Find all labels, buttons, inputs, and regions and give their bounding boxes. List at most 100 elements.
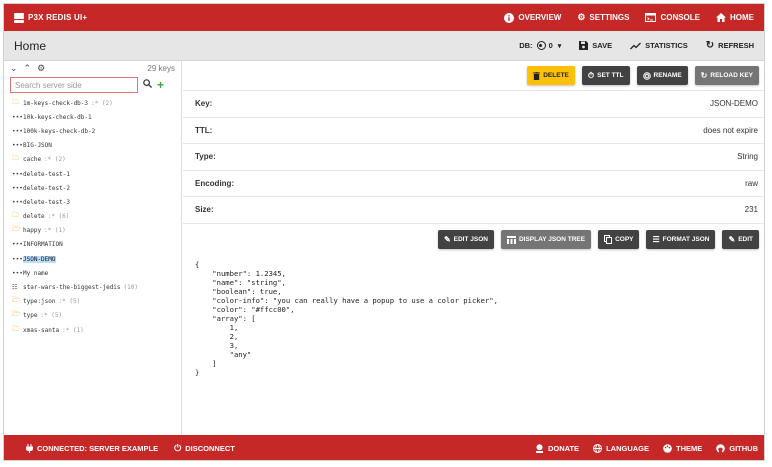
- search-row: +: [4, 75, 181, 95]
- key-tree-item[interactable]: ••• 100k-keys-check-db-2: [4, 124, 181, 138]
- key-tree-item-label: delete: [23, 213, 45, 221]
- title-bar: Home DB: 0 ▾ SAVE STATISTICS ↻ REFRESH: [4, 31, 764, 61]
- key-property-value: String: [737, 152, 758, 162]
- save-label: SAVE: [592, 41, 613, 50]
- json-viewer: { "number": 1.2345, "name": "string", "b…: [195, 259, 498, 377]
- key-tree-item[interactable]: ☷ star-wars-the-biggest-jedis (10): [4, 280, 181, 294]
- key-dots-icon: •••: [12, 170, 23, 178]
- key-tree-item[interactable]: ••• 10k-keys-check-db-1: [4, 110, 181, 124]
- plug-icon: [26, 444, 33, 453]
- key-tree-item-label: delete-test-1: [23, 170, 70, 178]
- key-tree-item[interactable]: ••• delete-test-2: [4, 181, 181, 195]
- edit-button[interactable]: ✎ EDIT: [722, 230, 759, 249]
- key-tree-item[interactable]: ••• My name: [4, 266, 181, 280]
- edit-label: EDIT: [738, 236, 753, 243]
- key-tree-item-label: 1m-keys-check-db-3: [23, 99, 89, 107]
- add-key-icon[interactable]: +: [157, 78, 164, 92]
- statistics-button[interactable]: STATISTICS: [630, 41, 688, 50]
- key-property-value: does not expire: [703, 125, 758, 135]
- key-tree-item[interactable]: ••• JSON-DEMO: [4, 252, 181, 266]
- settings-button[interactable]: ⚙ SETTINGS: [577, 13, 630, 23]
- search-icon[interactable]: [143, 79, 152, 91]
- key-tree-item-label: 100k-keys-check-db-2: [23, 127, 96, 135]
- delete-button[interactable]: DELETE: [527, 66, 575, 85]
- tree-settings-gear-icon[interactable]: ⚙: [37, 63, 45, 74]
- settings-label: SETTINGS: [589, 13, 630, 22]
- title-actions: DB: 0 ▾ SAVE STATISTICS ↻ REFRESH: [501, 39, 754, 51]
- home-button[interactable]: HOME: [716, 13, 754, 22]
- refresh-icon: ↻: [705, 39, 715, 51]
- key-tree-item[interactable]: 🗀 delete:* (6): [4, 210, 181, 224]
- reload-key-button[interactable]: ↻ RELOAD KEY: [694, 66, 759, 85]
- folder-open-icon: 🗁: [12, 310, 21, 319]
- rename-button[interactable]: RENAME: [636, 66, 688, 85]
- key-dots-icon: •••: [12, 142, 23, 150]
- key-property-row: Size: 231: [183, 197, 764, 224]
- key-property-label: Encoding:: [195, 178, 235, 188]
- key-tree-item[interactable]: 🗀 cache:* (2): [4, 153, 181, 167]
- language-button[interactable]: LANGUAGE: [593, 444, 649, 453]
- key-tree-item-count: :* (2): [91, 99, 113, 107]
- disconnect-button[interactable]: ⏻ DISCONNECT: [174, 443, 235, 454]
- rename-label: RENAME: [653, 72, 682, 79]
- format-json-button[interactable]: ☰ FORMAT JSON: [646, 230, 716, 249]
- donate-label: DONATE: [547, 444, 580, 453]
- key-tree-item-count: (10): [123, 284, 138, 292]
- key-property-label: Key:: [195, 99, 213, 109]
- reload-key-label: RELOAD KEY: [710, 72, 753, 79]
- connected-status[interactable]: CONNECTED: SERVER EXAMPLE: [26, 444, 158, 453]
- format-list-icon: ☰: [652, 234, 660, 244]
- collapse-all-icon[interactable]: ⌄: [10, 63, 18, 74]
- key-tree-item-count: :* (6): [47, 213, 70, 221]
- console-label: CONSOLE: [660, 13, 700, 22]
- key-property-value: raw: [745, 178, 758, 188]
- display-json-tree-button[interactable]: DISPLAY JSON TREE: [500, 230, 592, 249]
- key-tree-item-label: cache: [23, 156, 42, 164]
- key-tree-item[interactable]: 🗁 type:json:* (5): [4, 295, 181, 309]
- app-window: P3X REDIS UI+ OVERVIEW ⚙ SETTINGS CONSOL…: [3, 3, 765, 461]
- console-button[interactable]: CONSOLE: [645, 13, 700, 22]
- palette-icon: [663, 444, 672, 453]
- key-tree-item[interactable]: 🗁 type:* (5): [4, 309, 181, 323]
- bottom-actions: DONATE LANGUAGE THEME GITHUB: [521, 444, 758, 453]
- list-icon: ☷: [12, 284, 18, 292]
- key-property-value: JSON-DEMO: [710, 99, 758, 109]
- globe-icon: [593, 444, 603, 453]
- key-tree-item[interactable]: ••• delete-test-3: [4, 195, 181, 209]
- key-tree-item-label: happy: [23, 227, 42, 235]
- power-icon: ⏻: [174, 443, 182, 453]
- expand-up-icon[interactable]: ⌃: [24, 63, 32, 74]
- overview-button[interactable]: OVERVIEW: [504, 12, 561, 23]
- key-tree-item-count: :* (1): [62, 326, 84, 334]
- search-input[interactable]: [10, 77, 138, 93]
- key-property-row: TTL: does not expire: [183, 118, 764, 144]
- set-ttl-button[interactable]: ⏱ SET TTL: [581, 66, 630, 85]
- key-tree-item[interactable]: ••• INFORMATION: [4, 238, 181, 252]
- key-tree-item[interactable]: ••• delete-test-1: [4, 167, 181, 181]
- pencil-icon: ✎: [443, 234, 451, 244]
- connection-status: CONNECTED: SERVER EXAMPLE ⏻ DISCONNECT: [26, 444, 251, 453]
- theme-button[interactable]: THEME: [663, 444, 702, 453]
- copy-button[interactable]: COPY: [598, 230, 640, 249]
- github-button[interactable]: GITHUB: [716, 444, 758, 453]
- edit-json-label: EDIT JSON: [453, 236, 488, 243]
- refresh-button[interactable]: ↻ REFRESH: [705, 39, 754, 51]
- key-tree-item[interactable]: 🗁 happy:* (1): [4, 224, 181, 238]
- key-tree-item[interactable]: ••• BIG-JSON: [4, 139, 181, 153]
- set-ttl-label: SET TTL: [597, 72, 624, 79]
- folder-open-icon: 🗁: [12, 225, 21, 234]
- donate-button[interactable]: DONATE: [535, 444, 579, 453]
- edit-json-button[interactable]: ✎ EDIT JSON: [437, 230, 494, 249]
- key-tree-item[interactable]: 🗀 1m-keys-check-db-3:* (2): [4, 96, 181, 110]
- key-tree: 🗀 1m-keys-check-db-3:* (2) ••• 10k-keys-che…: [4, 95, 181, 337]
- key-tree-item[interactable]: 🗀 xmas-santa:* (1): [4, 323, 181, 337]
- key-property-row: Encoding: raw: [183, 171, 764, 197]
- key-dots-icon: •••: [12, 269, 23, 277]
- json-toolbar: ✎ EDIT JSON DISPLAY JSON TREE COPY ☰ FOR…: [183, 224, 764, 256]
- brand[interactable]: P3X REDIS UI+: [14, 12, 87, 23]
- copy-label: COPY: [615, 236, 634, 243]
- key-tree-item-label: star-wars-the-biggest-jedis: [23, 284, 121, 292]
- db-selector[interactable]: DB: 0 ▾: [519, 41, 561, 50]
- trash-icon: [533, 71, 541, 80]
- save-button[interactable]: SAVE: [579, 41, 612, 50]
